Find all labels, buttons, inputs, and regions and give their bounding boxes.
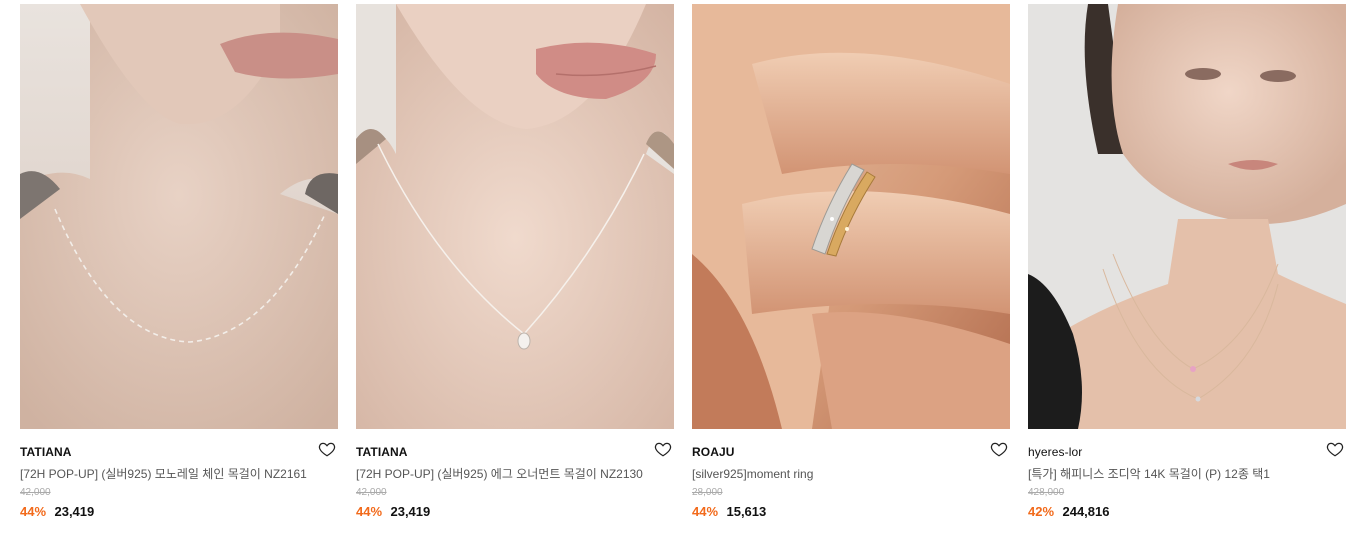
discount-rate: 44% — [20, 504, 47, 519]
product-title[interactable]: [72H POP-UP] (실버925) 모노레일 체인 목걸이 NZ2161 — [20, 465, 338, 483]
discount-rate: 42% — [1028, 504, 1055, 519]
price-row: 44% 23,419 — [356, 502, 674, 522]
product-grid: TATIANA [72H POP-UP] (실버925) 모노레일 체인 목걸이… — [0, 0, 1350, 538]
product-title[interactable]: [72H POP-UP] (실버925) 에그 오너먼트 목걸이 NZ2130 — [356, 465, 674, 483]
sale-price: 23,419 — [54, 504, 95, 519]
product-card: TATIANA [72H POP-UP] (실버925) 모노레일 체인 목걸이… — [20, 4, 338, 522]
product-title[interactable]: [silver925]moment ring — [692, 465, 1010, 483]
sale-price: 244,816 — [1062, 504, 1110, 519]
heart-icon[interactable] — [654, 440, 672, 458]
price-row: 42% 244,816 — [1028, 502, 1346, 522]
price-row: 44% 15,613 — [692, 502, 1010, 522]
product-image[interactable] — [1028, 4, 1346, 429]
original-price: 42,000 — [20, 487, 51, 498]
product-card: ROAJU [silver925]moment ring 28,000 44% … — [692, 4, 1010, 522]
product-card: TATIANA [72H POP-UP] (실버925) 에그 오너먼트 목걸이… — [356, 4, 674, 522]
brand-link[interactable]: hyeres-lor — [1028, 445, 1082, 459]
brand-link[interactable]: TATIANA — [20, 445, 72, 459]
brand-link[interactable]: TATIANA — [356, 445, 408, 459]
product-card: hyeres-lor [특가] 해피니스 조디악 14K 목걸이 (P) 12종… — [1028, 4, 1346, 522]
discount-rate: 44% — [356, 504, 383, 519]
sale-price: 23,419 — [390, 504, 431, 519]
heart-icon[interactable] — [1326, 440, 1344, 458]
heart-icon[interactable] — [318, 440, 336, 458]
price-row: 44% 23,419 — [20, 502, 338, 522]
product-image[interactable] — [356, 4, 674, 429]
original-price: 428,000 — [1028, 487, 1065, 498]
discount-rate: 44% — [692, 504, 719, 519]
sale-price: 15,613 — [726, 504, 767, 519]
product-title[interactable]: [특가] 해피니스 조디악 14K 목걸이 (P) 12종 택1 — [1028, 465, 1346, 483]
brand-link[interactable]: ROAJU — [692, 445, 735, 459]
product-image[interactable] — [692, 4, 1010, 429]
original-price: 42,000 — [356, 487, 387, 498]
heart-icon[interactable] — [990, 440, 1008, 458]
original-price: 28,000 — [692, 487, 723, 498]
product-image[interactable] — [20, 4, 338, 429]
